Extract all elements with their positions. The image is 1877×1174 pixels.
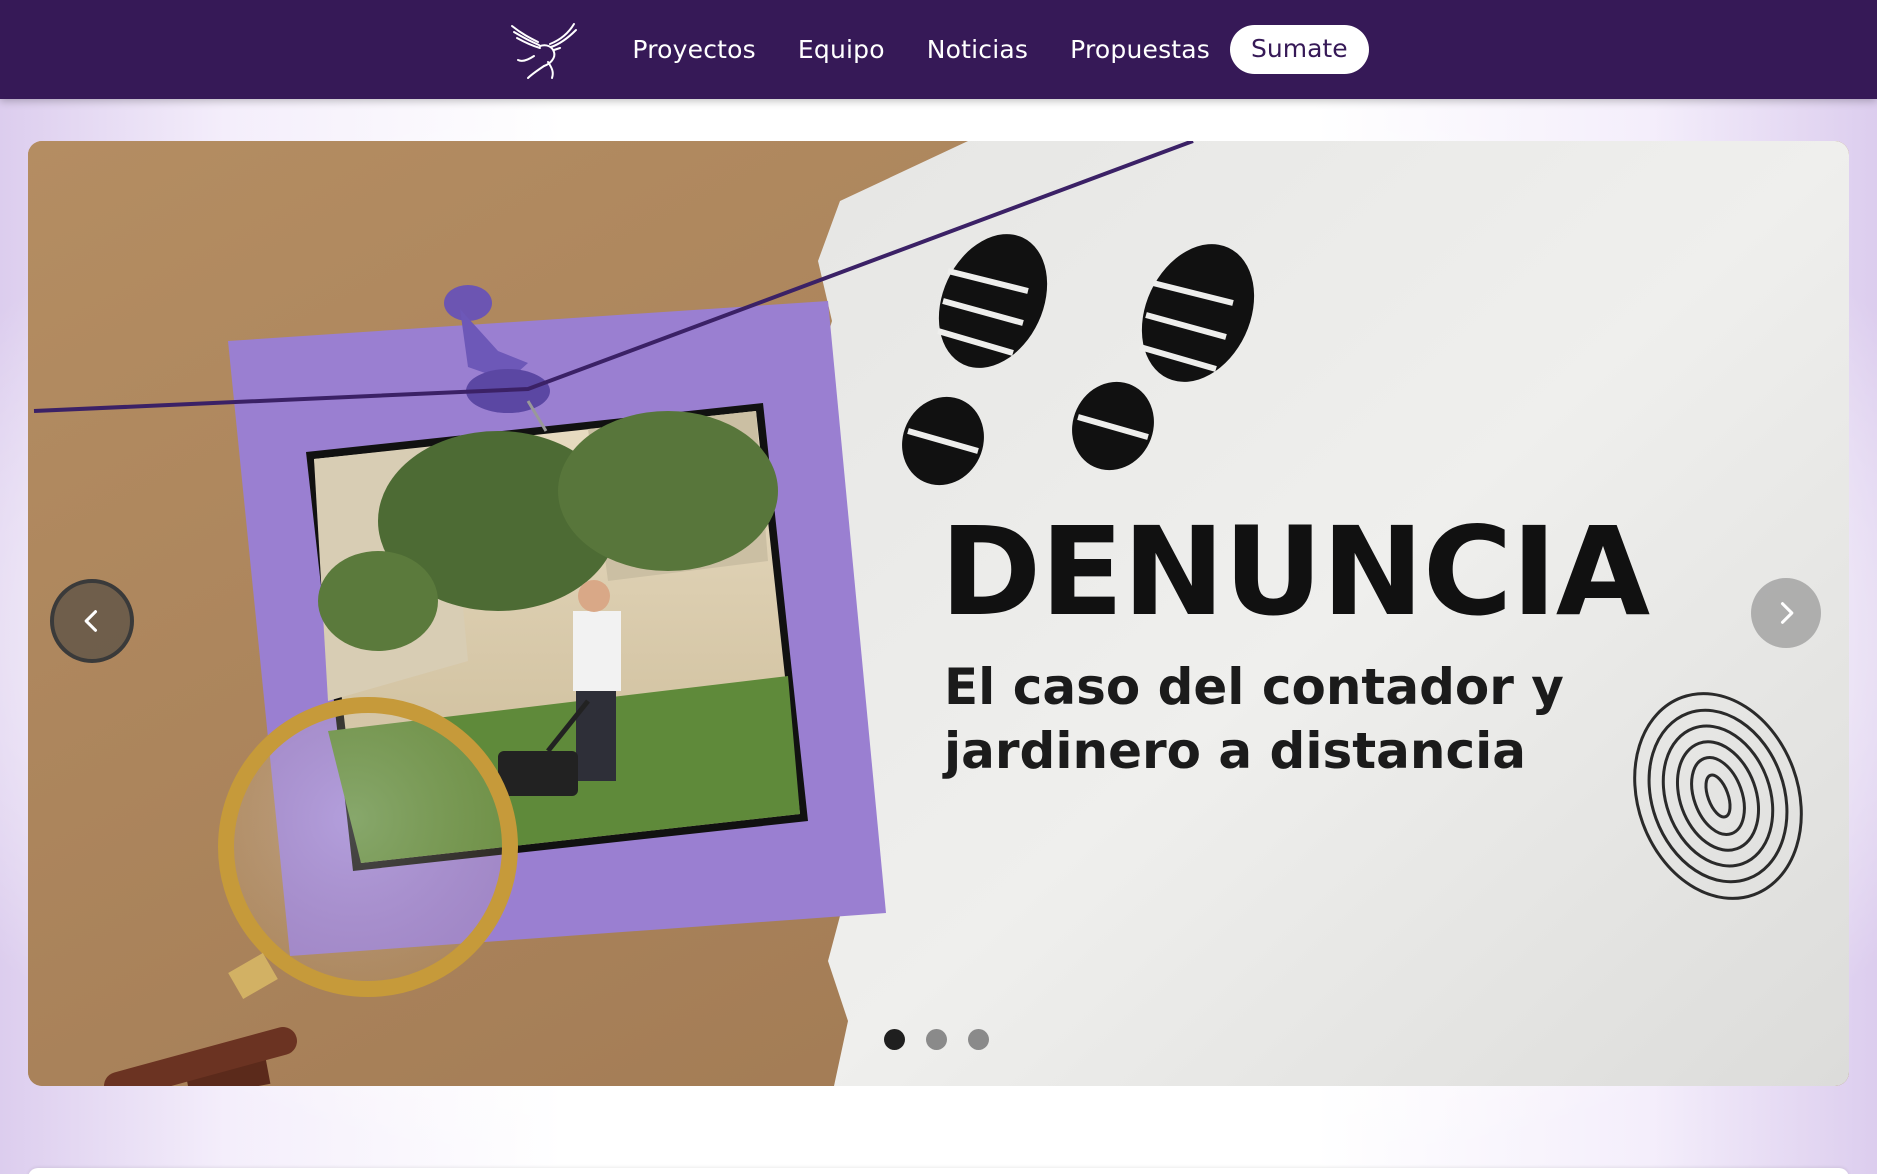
nav-link-equipo[interactable]: Equipo xyxy=(798,35,885,64)
carousel-prev-button[interactable] xyxy=(50,579,134,663)
nav-link-propuestas[interactable]: Propuestas xyxy=(1070,35,1210,64)
nav-link-noticias[interactable]: Noticias xyxy=(927,35,1028,64)
main-navigation: Proyectos Equipo Noticias Propuestas Sum… xyxy=(508,20,1369,80)
slide-subtitle: El caso del contador y jardinero a dista… xyxy=(944,658,1564,780)
carousel-dots xyxy=(884,1029,989,1050)
slide-title: DENUNCIA xyxy=(940,501,1650,643)
eagle-logo-icon[interactable] xyxy=(508,20,580,80)
sumate-button[interactable]: Sumate xyxy=(1230,25,1369,74)
chevron-right-icon xyxy=(1780,602,1794,624)
next-section-edge xyxy=(28,1168,1849,1174)
top-navbar: Proyectos Equipo Noticias Propuestas Sum… xyxy=(0,0,1877,99)
carousel-next-button[interactable] xyxy=(1751,578,1821,648)
nav-link-proyectos[interactable]: Proyectos xyxy=(632,35,756,64)
carousel-dot-3[interactable] xyxy=(968,1029,989,1050)
carousel-dot-1[interactable] xyxy=(884,1029,905,1050)
carousel-dot-2[interactable] xyxy=(926,1029,947,1050)
hero-carousel: DENUNCIA El caso del contador y jardiner… xyxy=(28,141,1849,1086)
chevron-left-icon xyxy=(84,610,98,632)
